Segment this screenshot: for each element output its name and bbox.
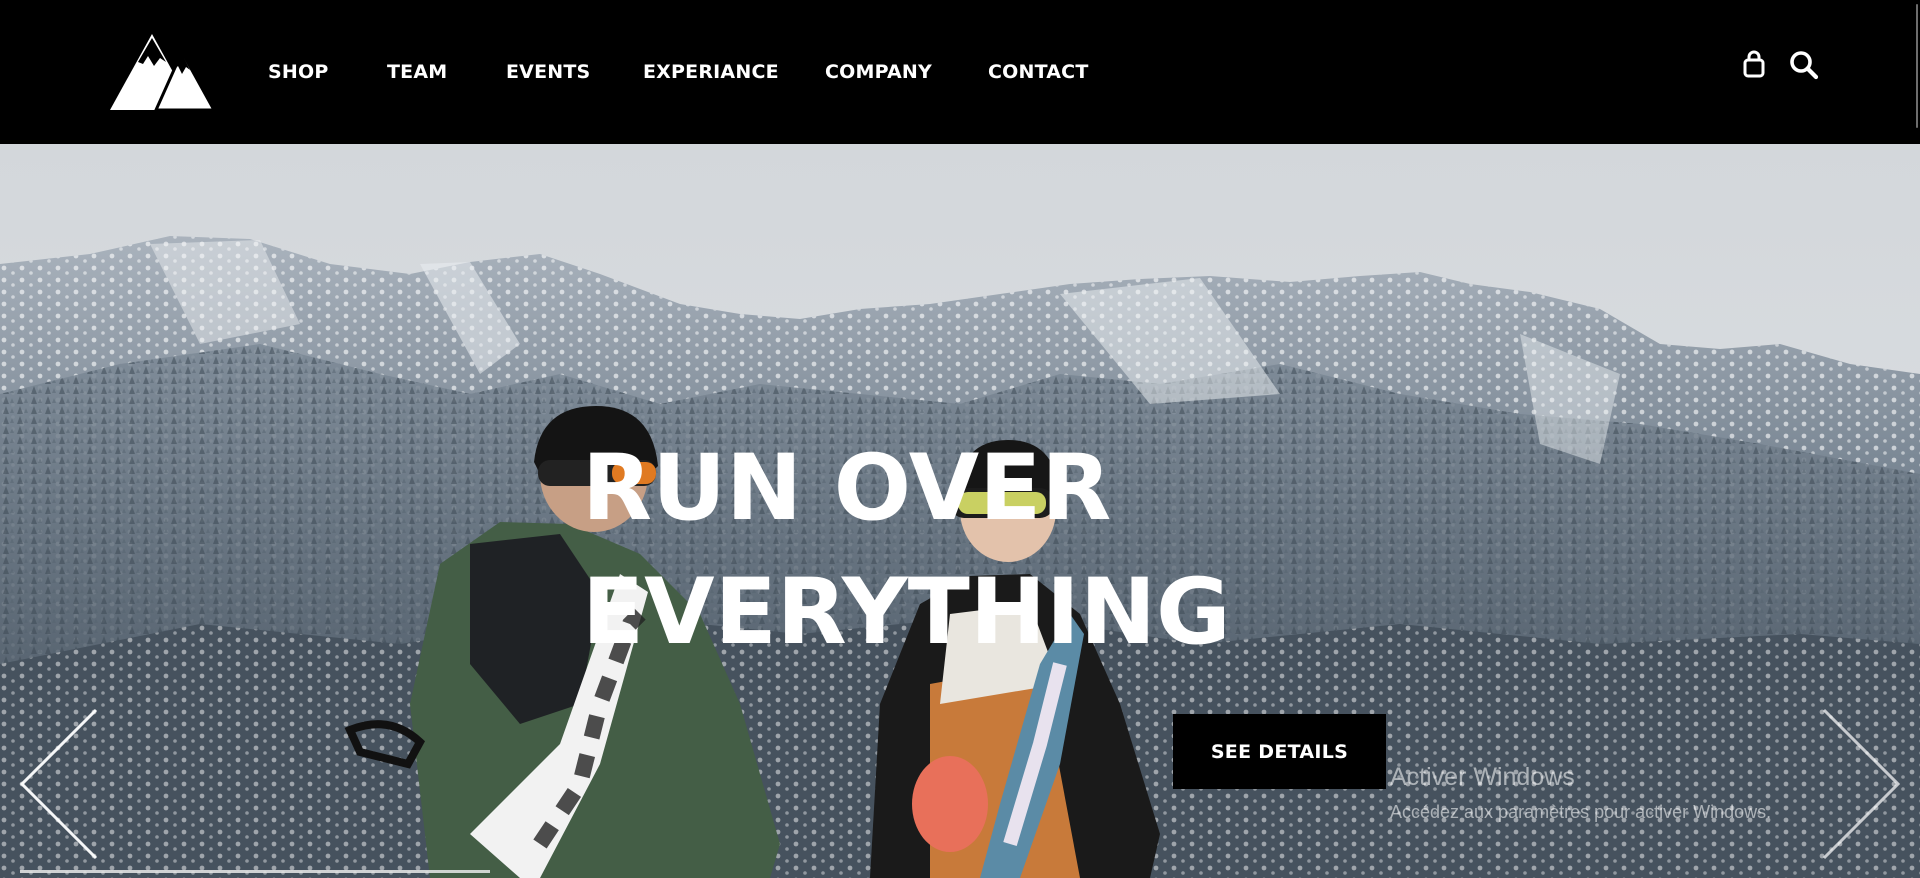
nav-contact[interactable]: CONTACT <box>988 58 1089 86</box>
shopping-bag-icon[interactable] <box>1737 48 1771 82</box>
scrollbar[interactable] <box>1912 0 1920 878</box>
watermark-subtitle: Accédez aux paramètres pour activer Wind… <box>1390 802 1772 822</box>
nav-experiance[interactable]: EXPERIANCE <box>643 58 779 86</box>
see-details-button[interactable]: SEE DETAILS <box>1173 714 1386 789</box>
watermark-title: Activer Windows <box>1390 763 1575 791</box>
mountain-logo[interactable] <box>108 30 216 112</box>
site-header: SHOP TEAM EVENTS EXPERIANCE COMPANY CONT… <box>0 0 1920 144</box>
scrollbar-thumb[interactable] <box>1916 4 1918 128</box>
headline-line-2: EVERYTHING <box>582 560 1231 665</box>
windows-activation-watermark: Activer Windows Accédez aux paramètres p… <box>1390 762 1771 824</box>
nav-shop[interactable]: SHOP <box>268 58 328 86</box>
nav-team[interactable]: TEAM <box>387 58 447 86</box>
chevron-left-icon[interactable] <box>12 704 112 864</box>
hero-slider: RUN OVER EVERYTHING SEE DETAILS Activer … <box>0 144 1920 878</box>
nav-events[interactable]: EVENTS <box>506 58 590 86</box>
headline-line-1: RUN OVER <box>582 436 1112 541</box>
chevron-right-icon[interactable] <box>1808 704 1908 864</box>
nav-company[interactable]: COMPANY <box>825 58 932 86</box>
search-icon[interactable] <box>1787 48 1821 82</box>
slider-progress-fill <box>20 870 490 873</box>
hero-headline: RUN OVER EVERYTHING <box>582 427 1231 675</box>
slider-progress <box>20 870 1900 873</box>
